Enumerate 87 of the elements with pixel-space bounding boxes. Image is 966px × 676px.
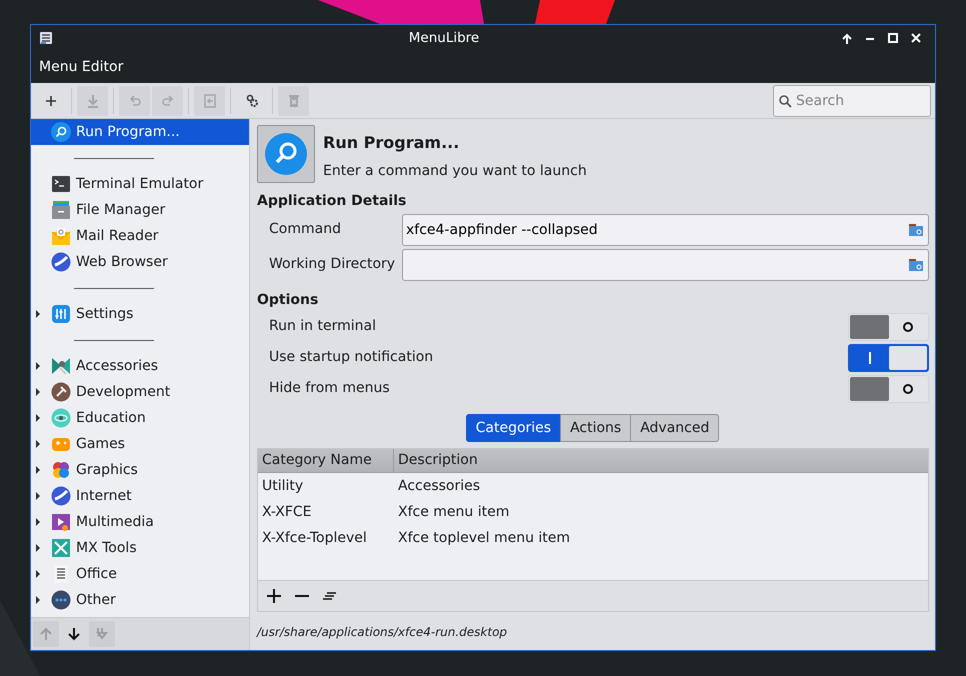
window-title: MenuLibre (408, 28, 480, 48)
menu-item[interactable]: Settings (31, 301, 249, 327)
globe-icon (51, 252, 71, 272)
petals-icon (51, 460, 71, 480)
app-name: Run Program... (323, 132, 460, 154)
column-header[interactable]: Category Name (258, 449, 394, 472)
menu-item[interactable]: Education (31, 405, 249, 431)
option-label: Use startup notification (269, 348, 434, 367)
keep-above-icon (840, 32, 852, 44)
media-icon (51, 512, 71, 532)
menu-item[interactable]: Multimedia (31, 509, 249, 535)
menu-item[interactable]: Internet (31, 483, 249, 509)
field-label: Command (269, 220, 342, 239)
move-up-icon (39, 627, 53, 641)
tools-icon (51, 538, 71, 558)
redo-icon (160, 94, 174, 108)
section-heading: Application Details (257, 192, 408, 211)
expander-icon[interactable] (35, 387, 41, 397)
menu-item[interactable]: MX Tools (31, 535, 249, 561)
menu-item[interactable]: Web Browser (31, 249, 249, 275)
search-icon (51, 122, 71, 142)
table-cell-text: Xfce toplevel menu item (397, 528, 572, 548)
folder-icon[interactable] (908, 222, 924, 236)
expander-icon[interactable] (35, 439, 41, 449)
settings-icon (244, 94, 258, 108)
menu-item[interactable]: Office (31, 561, 249, 587)
mail-icon (51, 226, 71, 246)
field-label: Working Directory (269, 255, 396, 274)
expander-icon[interactable] (35, 491, 41, 501)
table-cell-text: X-Xfce-Toplevel (261, 528, 368, 548)
menu-item[interactable]: Games (31, 431, 249, 457)
toggle-switch[interactable] (848, 344, 929, 372)
move-down-icon (67, 627, 81, 641)
sliders-icon (51, 304, 71, 324)
search-icon (264, 132, 308, 176)
tools-icon (51, 356, 71, 376)
menu-item[interactable]: Development (31, 379, 249, 405)
expander-icon[interactable] (35, 413, 41, 423)
menu-item[interactable]: Terminal Emulator (31, 171, 249, 197)
section-heading: Options (257, 291, 320, 310)
file-path: /usr/share/applications/xfce4-run.desktop (257, 624, 508, 641)
download-icon (86, 94, 100, 108)
tab[interactable]: Actions (560, 414, 632, 442)
menu-item[interactable]: Graphics (31, 457, 249, 483)
expander-icon[interactable] (35, 309, 41, 319)
expander-icon[interactable] (35, 543, 41, 553)
globe-icon (51, 486, 71, 506)
tab[interactable]: Advanced (630, 414, 720, 442)
expander-icon[interactable] (35, 361, 41, 371)
expander-icon[interactable] (35, 517, 41, 527)
menu-item[interactable]: Mail Reader (31, 223, 249, 249)
input-field[interactable]: xfce4-appfinder --collapsed (402, 214, 929, 246)
folder-icon (51, 200, 71, 220)
add-icon (266, 588, 282, 604)
table-cell-text: Accessories (397, 476, 482, 496)
option-label: Hide from menus (269, 379, 390, 398)
undo-icon (128, 94, 142, 108)
table-cell-text: X-XFCE (261, 502, 313, 522)
expander-icon[interactable] (35, 595, 41, 605)
add-icon (44, 94, 58, 108)
menu-item[interactable]: Other (31, 587, 249, 613)
menu-item[interactable]: File Manager (31, 197, 249, 223)
app-comment: Enter a command you want to launch (323, 162, 587, 181)
column-header[interactable]: Description (394, 449, 928, 472)
expander-icon[interactable] (35, 569, 41, 579)
delete-icon (286, 94, 300, 108)
icon-button[interactable] (257, 125, 315, 183)
app-icon (39, 31, 53, 45)
menu-item[interactable]: Run Program... (31, 119, 249, 145)
menu-item[interactable]: Accessories (31, 353, 249, 379)
terminal-icon (51, 174, 71, 194)
maximize-icon (886, 32, 898, 44)
table-cell-text: Xfce menu item (397, 502, 510, 522)
hammer-icon (51, 382, 71, 402)
input-field[interactable] (402, 248, 929, 280)
option-label: Run in terminal (269, 317, 376, 336)
folder-icon[interactable] (908, 258, 924, 272)
close-icon (910, 32, 922, 44)
document-icon (51, 564, 71, 584)
search-field[interactable]: Search (773, 84, 931, 116)
table-cell-text: Utility (261, 476, 304, 496)
revert-icon (202, 94, 216, 108)
menu-item[interactable]: Menu Editor (39, 56, 124, 78)
sort-icon (95, 627, 109, 641)
expander-icon[interactable] (35, 465, 41, 475)
tab[interactable]: Categories (466, 414, 562, 442)
more-icon (51, 590, 71, 610)
